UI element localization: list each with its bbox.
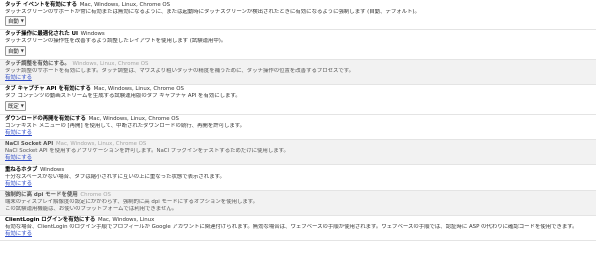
experiment-option-select[interactable]: 自動 ▼	[5, 15, 26, 26]
experiment-item: ダウンロードの再開を有効にする Mac, Windows, Linux, Chr…	[0, 115, 600, 140]
enable-link[interactable]: 有効にする	[5, 155, 32, 162]
experiment-title: タッチ調整を有効にする。	[5, 61, 70, 68]
experiment-title: タッチ操作に最適化された UI	[5, 31, 78, 38]
select-value: 自動	[8, 18, 19, 25]
experiment-title: 重ねるホタブ	[5, 166, 38, 173]
experiment-title: タッチ イベントを有効にする	[5, 1, 78, 8]
experiment-title-row: タッチ操作に最適化された UI Windows	[5, 31, 597, 38]
experiment-option-select[interactable]: 既定 ▼	[5, 100, 26, 111]
experiment-description: コンテキスト メニューの [再開] を使用して、中断されたダウンロードの続行、再…	[5, 123, 246, 130]
experiment-title: タブ キャプチャ API を有効にする	[5, 86, 91, 93]
enable-link[interactable]: 有効にする	[5, 130, 32, 137]
enable-link[interactable]: 有効にする	[5, 181, 32, 188]
enable-link[interactable]: 有効にする	[5, 75, 32, 82]
experiment-platforms: Chrome OS	[80, 192, 111, 199]
experiment-description: NaCl Socket API を使用するアプリケーションを許可します。NaCl…	[5, 148, 289, 155]
experiment-option-select[interactable]: 自動 ▼	[5, 45, 26, 56]
experiment-title-row: 重ねるホタブ Windows	[5, 167, 597, 174]
experiment-title-row: タッチ調整を有効にする。 Windows, Linux, Chrome OS	[5, 61, 597, 68]
experiment-platforms: Mac, Windows, Linux, Chrome OS	[79, 1, 171, 8]
chevron-down-icon: ▼	[20, 103, 24, 109]
experiment-item: ClientLogin ログインを有効にする Mac, Windows, Lin…	[0, 216, 600, 241]
experiment-item: NaCl Socket API Mac, Windows, Linux, Chr…	[0, 139, 600, 166]
experiment-description: 十分なスペースがない場合、タブは縮小されずに互いの上に重なった状態で表示されます…	[5, 173, 225, 180]
experiment-description: タッチ調整のサポートを有効にします。タッチ調整は、マウスより粗いタッチの精度を補…	[5, 68, 355, 75]
experiment-platforms: Windows	[40, 166, 65, 173]
chevron-down-icon: ▼	[20, 18, 24, 24]
experiment-title-row: ダウンロードの再開を有効にする Mac, Windows, Linux, Chr…	[5, 116, 597, 123]
experiment-title: ダウンロードの再開を有効にする	[5, 116, 86, 123]
experiment-item: 強制的に高 dpi モードを使用 Chrome OS 端末のディスプレイ解像度の設…	[0, 190, 600, 216]
experiment-platforms: Mac, Windows, Linux	[97, 217, 155, 224]
experiment-platforms: Mac, Windows, Linux, Chrome OS	[93, 86, 184, 93]
experiment-item: タブ キャプチャ API を有効にする Mac, Windows, Linux,…	[0, 85, 600, 115]
experiment-item: タッチ イベントを有効にする Mac, Windows, Linux, Chro…	[0, 0, 600, 30]
select-value: 自動	[8, 48, 19, 55]
experiment-platforms: Mac, Windows, Linux, Chrome OS	[56, 141, 147, 148]
experiment-title-row: NaCl Socket API Mac, Windows, Linux, Chr…	[5, 141, 597, 148]
experiment-platforms: Mac, Windows, Linux, Chrome OS	[88, 116, 179, 123]
experiments-list: タッチ イベントを有効にする Mac, Windows, Linux, Chro…	[0, 0, 600, 241]
chevron-down-icon: ▼	[20, 48, 24, 54]
experiment-title: ClientLogin ログインを有効にする	[5, 217, 96, 224]
experiment-platforms: Windows, Linux, Chrome OS	[72, 61, 149, 68]
experiment-description: 端末のディスプレイ解像度の設定にかかわらず、強制的に高 dpi モードにするオプ…	[5, 199, 258, 206]
experiment-description: この試験運用機能は、お使いのプラットフォームでは利用できません。	[5, 205, 178, 212]
select-value: 既定	[8, 103, 19, 110]
experiment-description: タッチスクリーンの操作性を改善するよう調整したレイアウトを使用します (試験運用…	[5, 38, 227, 45]
scrollbar[interactable]	[596, 0, 600, 279]
experiment-title: 強制的に高 dpi モードを使用	[5, 192, 78, 199]
experiment-item: タッチ操作に最適化された UI Windows タッチスクリーンの操作性を改善する…	[0, 30, 600, 60]
experiment-title-row: 強制的に高 dpi モードを使用 Chrome OS	[5, 192, 597, 199]
experiment-title-row: タブ キャプチャ API を有効にする Mac, Windows, Linux,…	[5, 86, 597, 93]
experiment-title-row: タッチ イベントを有効にする Mac, Windows, Linux, Chro…	[5, 2, 597, 9]
experiment-item: 重ねるホタブ Windows 十分なスペースがない場合、タブは縮小されずに互いの上…	[0, 165, 600, 191]
experiment-description: タッチスクリーンのサポートが常に有効または無効になるように、または起動時にタッチ…	[5, 8, 420, 15]
experiment-item: タッチ調整を有効にする。 Windows, Linux, Chrome OS タッ…	[0, 59, 600, 85]
experiment-description: タブ コンテンツの動画ストリームを生成する試験運用版のタブ キャプチャ API …	[5, 93, 241, 100]
experiment-platforms: Windows	[80, 31, 105, 38]
enable-link[interactable]: 有効にする	[5, 231, 32, 238]
experiment-title-row: ClientLogin ログインを有効にする Mac, Windows, Lin…	[5, 217, 597, 224]
experiment-description: 有効な場合、ClientLogin のログイン手順でプロフィールが Google…	[5, 224, 578, 231]
experiment-title: NaCl Socket API	[5, 141, 54, 148]
